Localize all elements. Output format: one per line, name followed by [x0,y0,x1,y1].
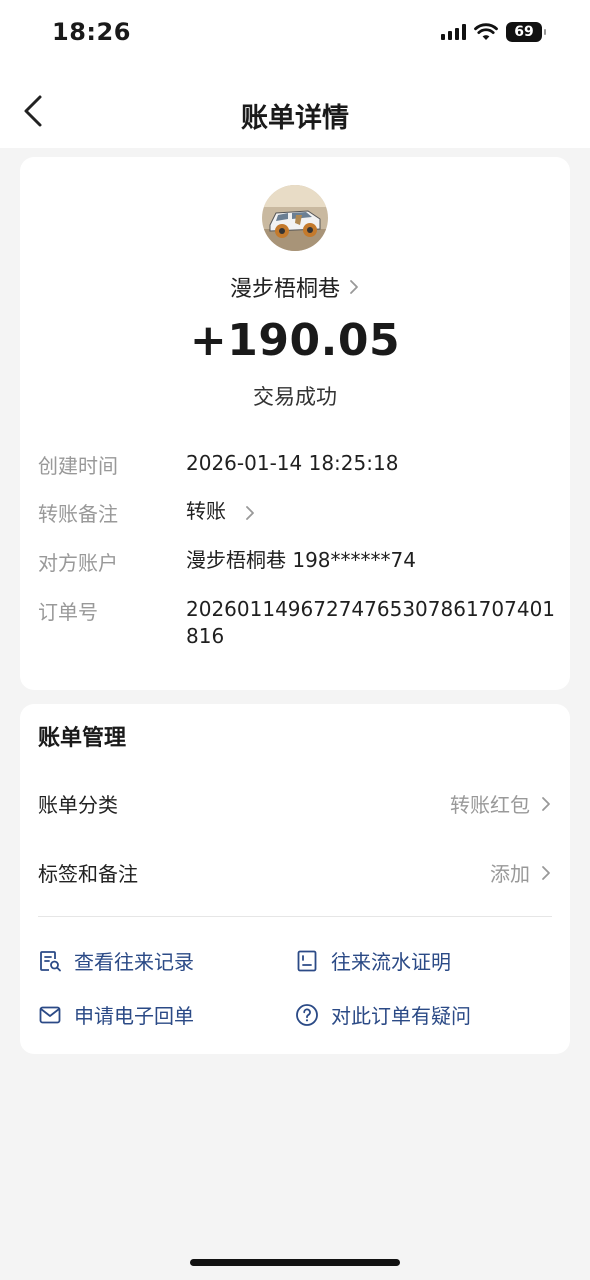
record-search-icon [40,950,61,971]
detail-label-created-time: 创建时间 [38,454,118,478]
divider [38,916,552,917]
view-history-label: 查看往来记录 [74,950,194,974]
statement-proof-button[interactable]: 往来流水证明 [295,946,451,975]
page-title: 账单详情 [241,103,349,134]
document-icon [297,950,317,971]
bill-category-value: 转账红包 [450,793,530,817]
detail-value-transfer-note: 转账 [186,499,226,523]
transaction-amount: +190.05 [189,315,401,366]
avatar[interactable] [262,185,328,251]
detail-value-counterparty-account: 漫步梧桐巷 198******74 [186,548,416,572]
detail-label-transfer-note: 转账备注 [38,502,118,526]
section-title: 账单管理 [38,726,127,751]
cellular-signal-icon [441,24,466,40]
tags-notes-value: 添加 [490,862,530,886]
bill-management-card: 账单管理 账单分类 转账红包 标签和备注 添加 查看往来记录 往来流水证明 申请… [20,704,570,1054]
detail-label-counterparty-account: 对方账户 [38,551,118,575]
transaction-summary-card: 漫步梧桐巷 +190.05 交易成功 创建时间 2026-01-14 18:25… [20,157,570,690]
status-icons: 69 [441,22,546,42]
tags-notes-add-button[interactable]: 添加 [490,858,552,887]
detail-value-transfer-note-row[interactable]: 转账 [186,498,256,525]
chevron-right-icon [350,280,358,294]
status-time: 18:26 [52,18,131,46]
apply-receipt-label: 申请电子回单 [74,1004,194,1028]
nav-bar: 账单详情 [0,68,590,148]
order-question-button[interactable]: 对此订单有疑问 [295,1000,471,1029]
battery-icon: 69 [506,22,546,42]
bill-category-label: 账单分类 [38,793,118,817]
chevron-right-icon [542,865,550,880]
order-number-line-1: 2026011496727476530786170740​1 [186,597,556,621]
statement-proof-label: 往来流水证明 [331,950,451,974]
tags-notes-label: 标签和备注 [38,862,138,886]
chevron-right-icon [246,505,255,520]
help-question-icon [296,1003,318,1026]
apply-receipt-button[interactable]: 申请电子回单 [38,1000,194,1029]
bill-category-selector[interactable]: 转账红包 [450,789,552,818]
status-bar: 18:26 69 [0,0,590,68]
home-indicator[interactable] [190,1259,400,1266]
order-number-line-2: 816 [186,624,225,648]
counterparty-name: 漫步梧桐巷 [229,277,340,302]
mail-icon [39,1006,61,1023]
counterparty-row[interactable]: 漫步梧桐巷 [20,271,570,303]
wifi-icon [474,23,498,40]
battery-level: 69 [514,24,534,40]
detail-label-order-number: 订单号 [38,600,98,624]
detail-value-created-time: 2026-01-14 18:25:18 [186,451,399,475]
order-question-label: 对此订单有疑问 [331,1004,471,1028]
chevron-right-icon [542,796,550,811]
transaction-status: 交易成功 [253,385,337,409]
detail-value-order-number: 2026011496727476530786170740​1 816 [186,596,555,650]
view-history-button[interactable]: 查看往来记录 [38,946,194,975]
